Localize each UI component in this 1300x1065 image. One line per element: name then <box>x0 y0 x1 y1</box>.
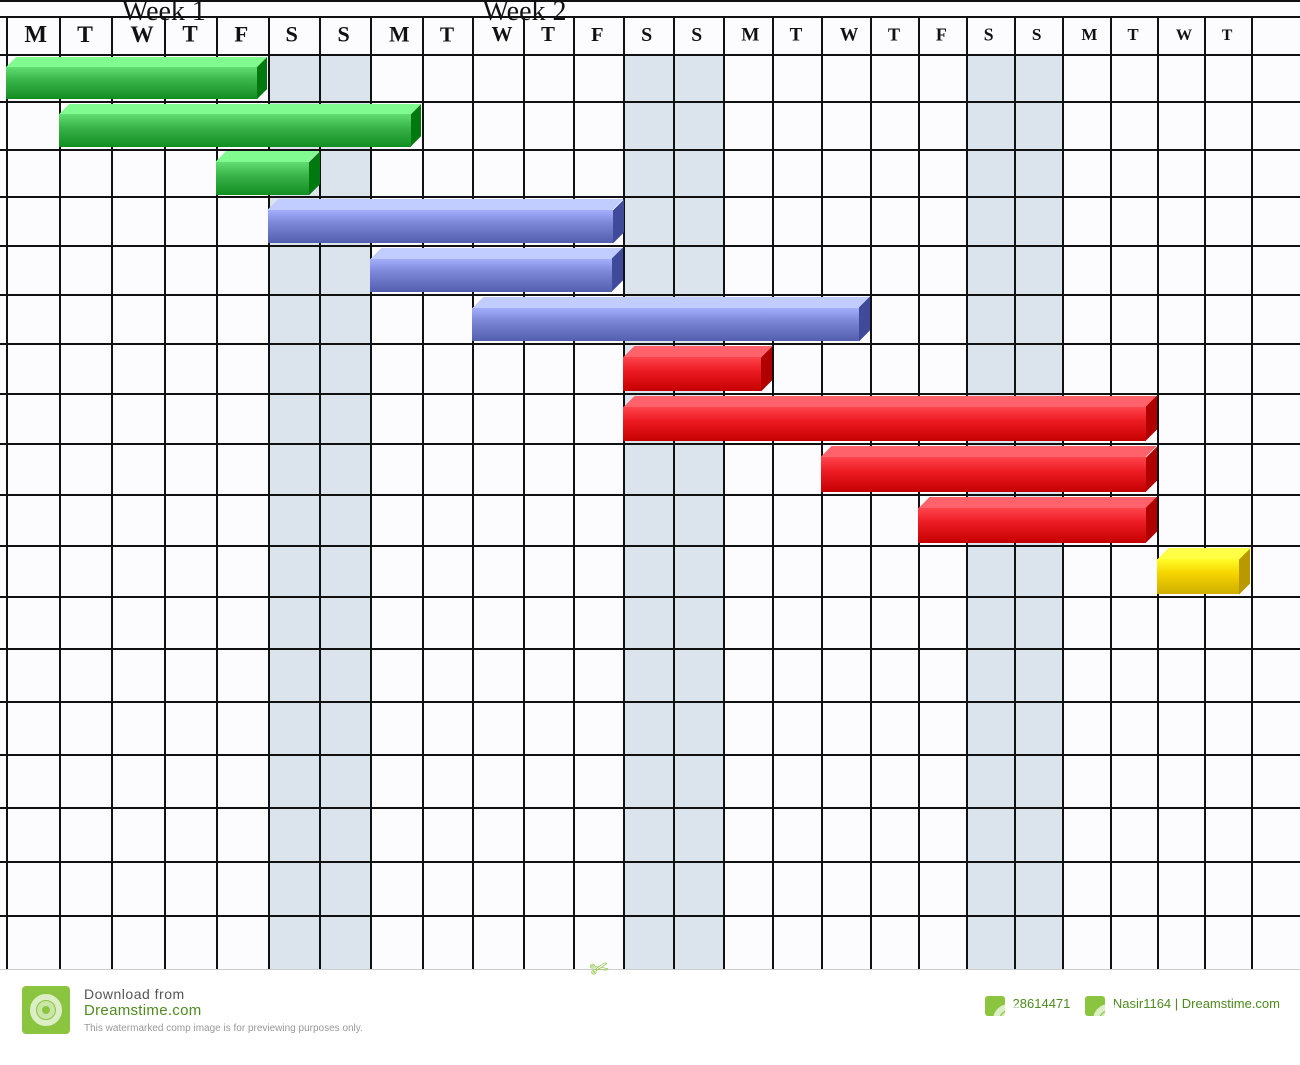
day-label: T <box>182 23 197 49</box>
gantt-bar <box>918 497 1157 543</box>
gantt-bar <box>1157 548 1251 594</box>
site-name: Dreamstime.com <box>84 1002 363 1019</box>
day-label: T <box>1222 27 1233 45</box>
gantt-bar <box>370 248 623 292</box>
day-label: W <box>491 24 512 48</box>
dreamstime-logo-icon <box>22 986 70 1034</box>
gantt-bar <box>821 446 1157 492</box>
day-label: T <box>888 25 900 46</box>
gantt-bar <box>216 151 319 194</box>
gantt-bar <box>6 57 268 99</box>
day-label: W <box>840 25 859 46</box>
day-label: T <box>440 24 454 48</box>
day-label: S <box>1032 26 1042 45</box>
day-label: M <box>1081 26 1097 45</box>
day-label: S <box>984 26 994 46</box>
gantt-bar <box>472 297 869 341</box>
day-label: T <box>541 24 555 47</box>
day-label: F <box>936 25 947 45</box>
day-label: M <box>389 23 409 47</box>
gantt-chart: Week 1Week 2MTWTFSSMTWTFSSMTWTFSSMTWT <box>0 0 1300 970</box>
gantt-bar <box>623 346 772 391</box>
day-label: F <box>591 24 603 47</box>
credit-block: 28614471 Nasir1164 | Dreamstime.com <box>985 996 1280 1016</box>
day-label: S <box>337 23 349 48</box>
day-label: S <box>286 23 298 48</box>
day-label: T <box>77 22 93 49</box>
stock-footer: ✄ Download from Dreamstime.com This wate… <box>0 969 1300 1065</box>
day-label: W <box>130 22 153 48</box>
gantt-bar <box>623 396 1157 441</box>
credit-text: Nasir1164 | Dreamstime.com <box>1113 996 1280 1011</box>
day-label: M <box>24 22 47 49</box>
day-label: T <box>790 25 803 46</box>
day-label: M <box>741 25 759 47</box>
watermark-note: This watermarked comp image is for previ… <box>84 1023 363 1034</box>
day-label: S <box>641 24 652 46</box>
day-label: T <box>1128 26 1139 45</box>
gantt-bar <box>59 104 422 147</box>
day-label: W <box>1176 26 1192 44</box>
day-label: S <box>691 24 702 46</box>
day-label: F <box>234 23 248 48</box>
gantt-bar <box>268 199 624 243</box>
download-label: Download from <box>84 986 363 1002</box>
